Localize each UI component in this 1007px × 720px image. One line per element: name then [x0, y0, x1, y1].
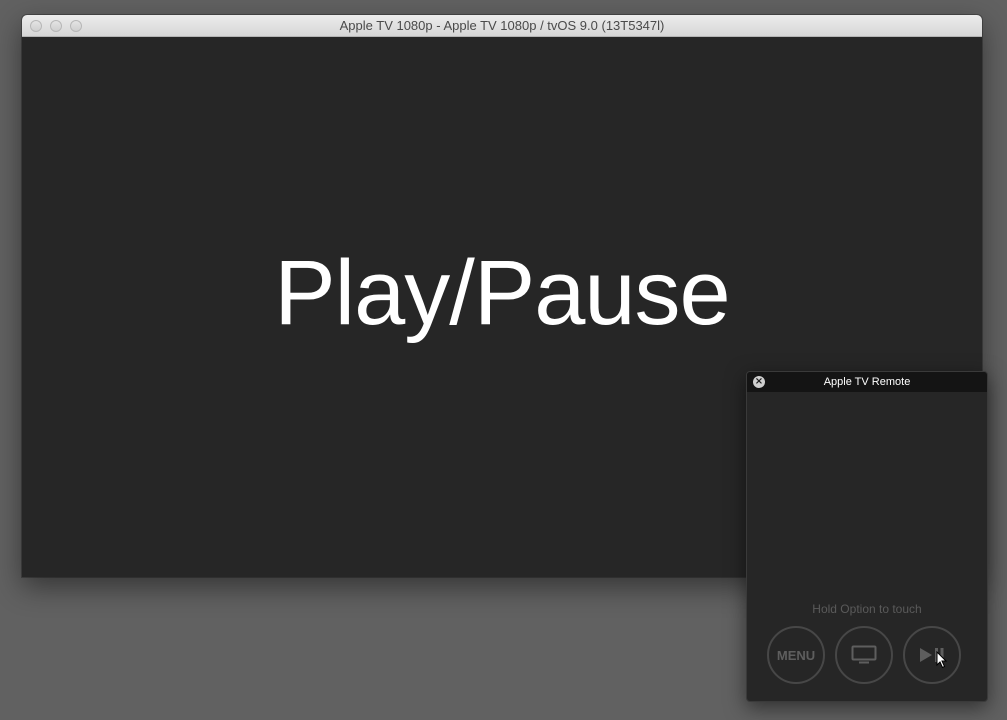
- menu-button[interactable]: MENU: [767, 626, 825, 684]
- menu-button-label: MENU: [776, 647, 816, 663]
- screen-label: Play/Pause: [274, 242, 730, 344]
- remote-touch-surface[interactable]: [747, 392, 987, 592]
- simulator-titlebar[interactable]: Apple TV 1080p - Apple TV 1080p / tvOS 9…: [22, 15, 982, 37]
- mouse-pointer-icon: [936, 651, 948, 669]
- remote-button-row: MENU: [767, 626, 961, 684]
- touch-hint: Hold Option to touch: [812, 602, 922, 616]
- home-button[interactable]: [835, 626, 893, 684]
- window-title: Apple TV 1080p - Apple TV 1080p / tvOS 9…: [339, 18, 665, 33]
- play-pause-button[interactable]: [903, 626, 961, 684]
- remote-title: Apple TV Remote: [823, 376, 911, 388]
- remote-titlebar[interactable]: × Apple TV Remote: [747, 372, 987, 393]
- tv-screen-icon: [851, 645, 877, 664]
- apple-tv-remote-panel: × Apple TV Remote Hold Option to touch M…: [746, 371, 988, 702]
- desktop: Apple TV 1080p - Apple TV 1080p / tvOS 9…: [0, 0, 1007, 720]
